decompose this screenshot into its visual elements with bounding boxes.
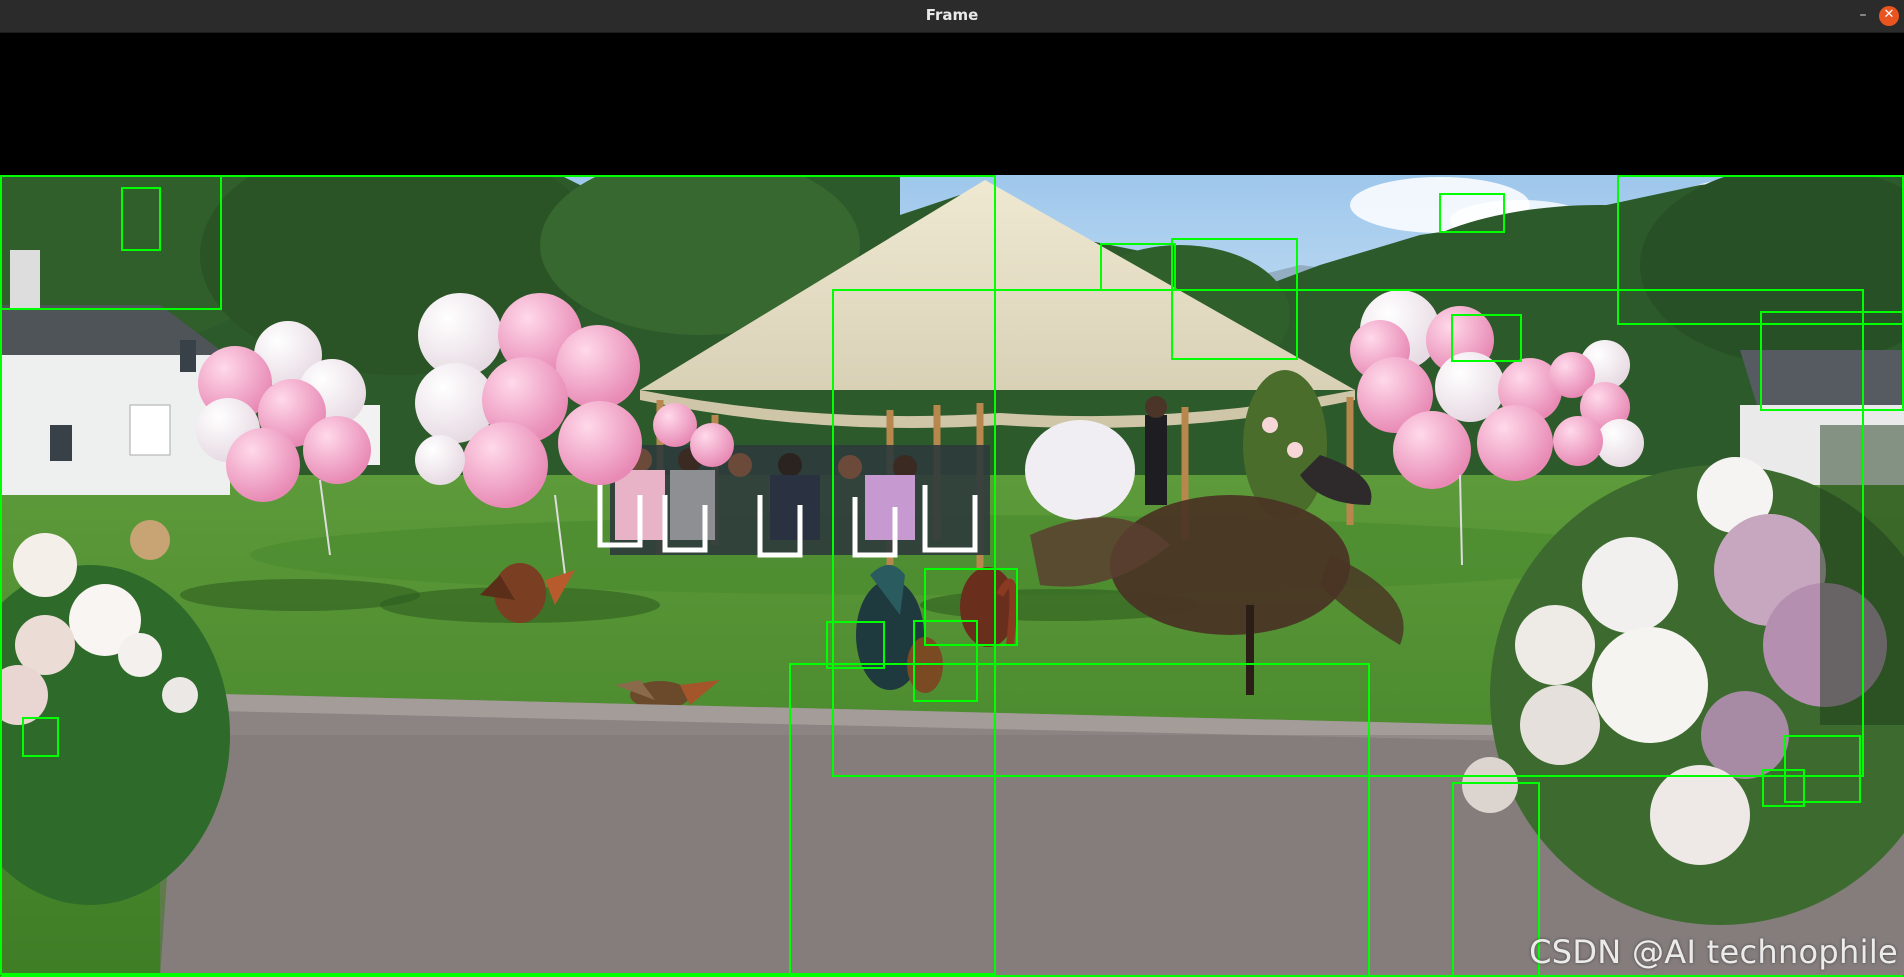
window-title: Frame bbox=[925, 6, 979, 24]
close-button[interactable]: ✕ bbox=[1879, 6, 1899, 26]
video-frame: CSDN @AI technophile bbox=[0, 175, 1904, 977]
watermark-text: CSDN @AI technophile bbox=[1529, 933, 1898, 971]
minimize-button[interactable]: – bbox=[1853, 6, 1873, 26]
window-titlebar[interactable]: Frame – ✕ bbox=[0, 0, 1904, 33]
frame-viewport: CSDN @AI technophile bbox=[0, 33, 1904, 977]
scene-image bbox=[0, 175, 1904, 977]
